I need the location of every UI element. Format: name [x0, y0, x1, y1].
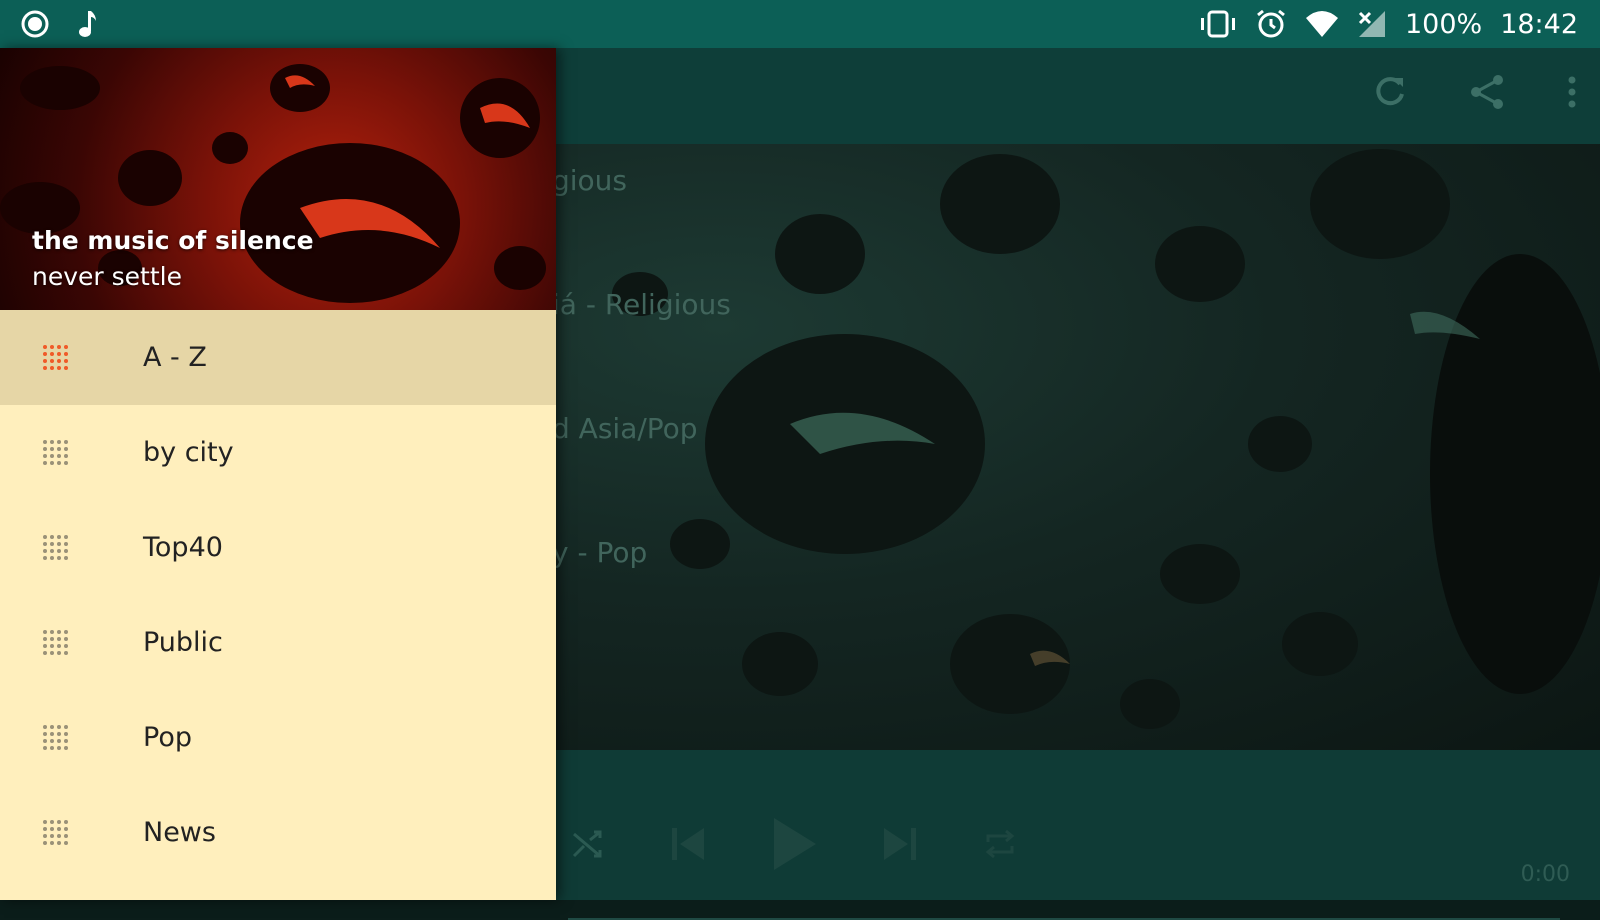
status-right: 100% 18:42 [1199, 6, 1578, 42]
app-bar-actions [1370, 72, 1578, 112]
grid-dots-icon [43, 725, 68, 750]
menu-item-a-z[interactable]: A - Z [0, 310, 556, 405]
play-icon[interactable] [770, 816, 818, 872]
navigation-drawer: the music of silence never settle A - Z [0, 48, 556, 900]
clock-text: 18:42 [1500, 8, 1578, 40]
battery-text: 100% [1404, 8, 1483, 40]
genre-item[interactable]: y - Pop [552, 536, 647, 569]
record-icon [21, 10, 49, 38]
drawer-title: the music of silence [32, 226, 314, 255]
genre-item[interactable]: iá - Religious [552, 288, 731, 321]
skip-previous-icon[interactable] [668, 824, 708, 864]
menu-item-label: by city [143, 437, 234, 468]
grid-dots-icon [43, 535, 68, 560]
menu-item-by-city[interactable]: by city [0, 405, 556, 500]
skip-next-icon[interactable] [880, 824, 920, 864]
elapsed-time: 0:00 [1520, 862, 1570, 887]
signal-icon [1358, 11, 1385, 37]
genre-item[interactable]: gious [552, 164, 627, 197]
grid-dots-icon [43, 820, 68, 845]
drawer-menu: A - Z by city Top40 Public Pop News [0, 310, 556, 880]
grid-dots-icon [43, 440, 68, 465]
more-vert-icon[interactable] [1566, 72, 1578, 112]
menu-item-news[interactable]: News [0, 785, 556, 880]
menu-item-pop[interactable]: Pop [0, 690, 556, 785]
drawer-header: the music of silence never settle [0, 48, 556, 310]
menu-item-label: News [143, 817, 216, 848]
menu-item-label: A - Z [143, 342, 207, 373]
music-note-icon [79, 11, 96, 37]
status-left [20, 9, 98, 39]
player-controls [570, 816, 1018, 872]
menu-item-label: Pop [143, 722, 192, 753]
drawer-subtitle: never settle [32, 262, 182, 291]
alarm-icon [1257, 9, 1285, 38]
grid-dots-icon [43, 345, 68, 370]
menu-item-public[interactable]: Public [0, 595, 556, 690]
shuffle-icon[interactable] [570, 826, 606, 862]
wifi-icon [1305, 11, 1338, 37]
vibrate-icon [1200, 10, 1235, 38]
menu-item-label: Public [143, 627, 223, 658]
refresh-icon[interactable] [1370, 72, 1410, 112]
share-icon[interactable] [1468, 72, 1508, 112]
repeat-icon[interactable] [982, 826, 1018, 862]
grid-dots-icon [43, 630, 68, 655]
genre-item[interactable]: d Asia/Pop [552, 412, 698, 445]
status-bar: 100% 18:42 [0, 0, 1600, 48]
menu-item-label: Top40 [143, 532, 223, 563]
menu-item-top40[interactable]: Top40 [0, 500, 556, 595]
